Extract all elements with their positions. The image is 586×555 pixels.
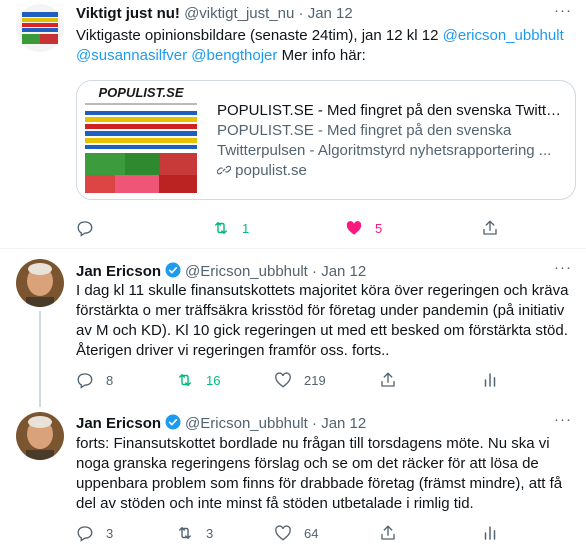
tweet-date[interactable]: Jan 12 bbox=[321, 263, 366, 280]
retweet-count: 3 bbox=[206, 525, 214, 541]
like-button[interactable]: 5 bbox=[345, 219, 382, 237]
avatar[interactable] bbox=[16, 259, 64, 307]
tweet-actions: 8 16 219 bbox=[76, 371, 576, 391]
verified-badge-icon bbox=[165, 262, 181, 278]
handle[interactable]: @Ericson_ubbhult bbox=[185, 415, 308, 432]
analytics-icon bbox=[484, 526, 496, 540]
reply-icon bbox=[77, 221, 93, 237]
tweet-ericson-2[interactable]: Jan Ericson @Ericson_ubbhult · Jan 12 ···… bbox=[0, 404, 586, 555]
link-card[interactable]: POPULIST.SE POPULIST.SE - Med fingret på… bbox=[76, 80, 576, 200]
separator: · bbox=[307, 415, 322, 432]
display-name[interactable]: Jan Ericson bbox=[76, 263, 161, 280]
link-icon bbox=[217, 165, 232, 175]
retweet-button[interactable]: 16 bbox=[176, 371, 220, 389]
more-options-icon[interactable]: ··· bbox=[554, 259, 572, 276]
separator: · bbox=[307, 263, 322, 280]
more-options-icon[interactable]: ··· bbox=[554, 2, 572, 19]
handle[interactable]: @viktigt_just_nu bbox=[184, 5, 294, 22]
verified-badge-icon bbox=[165, 414, 181, 430]
share-button[interactable] bbox=[379, 371, 409, 389]
thread-line bbox=[39, 311, 41, 407]
avatar[interactable] bbox=[16, 4, 64, 52]
like-button[interactable]: 64 bbox=[274, 524, 318, 542]
reply-icon bbox=[77, 526, 93, 542]
reply-button[interactable]: 3 bbox=[76, 524, 113, 542]
retweet-count: 1 bbox=[242, 220, 250, 236]
mention-link[interactable]: @bengthojer bbox=[191, 47, 277, 64]
card-thumbnail-image: POPULIST.SE bbox=[77, 81, 205, 199]
reply-button[interactable]: 8 bbox=[76, 371, 113, 389]
retweet-button[interactable]: 3 bbox=[176, 524, 213, 542]
like-button[interactable]: 219 bbox=[274, 371, 326, 389]
card-body: POPULIST.SE - Med fingret på den svenska… bbox=[205, 81, 575, 199]
display-name[interactable]: Viktigt just nu! bbox=[76, 5, 180, 22]
retweet-count: 16 bbox=[206, 372, 221, 388]
reply-icon bbox=[77, 373, 93, 389]
share-icon bbox=[381, 525, 395, 540]
card-title: POPULIST.SE - Med fingret på den svenska… bbox=[217, 102, 565, 119]
heart-filled-icon bbox=[346, 221, 362, 235]
tweet-text: I dag kl 11 skulle finansutskottets majo… bbox=[76, 282, 569, 359]
tweet-actions: 1 5 bbox=[76, 219, 576, 239]
display-name[interactable]: Jan Ericson bbox=[76, 415, 161, 432]
heart-icon bbox=[275, 372, 291, 388]
like-count: 64 bbox=[304, 525, 319, 541]
reply-button[interactable] bbox=[76, 219, 106, 237]
tweet-ericson-1[interactable]: Jan Ericson @Ericson_ubbhult · Jan 12 ···… bbox=[0, 249, 586, 407]
tweet-header: Viktigt just nu! @viktigt_just_nu · Jan … bbox=[76, 4, 353, 24]
heart-icon bbox=[275, 525, 291, 541]
avatar[interactable] bbox=[16, 412, 64, 460]
person-avatar-icon bbox=[16, 259, 64, 307]
retweet-icon bbox=[215, 222, 227, 234]
person-avatar-icon bbox=[16, 412, 64, 460]
tweet-actions: 3 3 64 bbox=[76, 524, 576, 544]
retweet-icon bbox=[179, 527, 191, 539]
separator: · bbox=[294, 5, 308, 22]
card-description: Twitterpulsen - Algoritmstyrd nyhetsrapp… bbox=[217, 142, 552, 159]
handle[interactable]: @Ericson_ubbhult bbox=[185, 263, 308, 280]
tweet-text: Viktigaste opinionsbildare (senaste 24ti… bbox=[76, 27, 564, 64]
share-icon bbox=[381, 372, 395, 387]
card-logo: POPULIST.SE bbox=[99, 85, 184, 100]
tweet-header: Jan Ericson @Ericson_ubbhult · Jan 12 bbox=[76, 413, 366, 434]
more-options-icon[interactable]: ··· bbox=[554, 411, 572, 428]
analytics-icon bbox=[484, 373, 496, 387]
card-domain: populist.se bbox=[217, 161, 565, 181]
analytics-button[interactable] bbox=[481, 524, 511, 542]
analytics-button[interactable] bbox=[481, 371, 511, 389]
mention-link[interactable]: @susannasilfver bbox=[76, 47, 187, 64]
tweet-date[interactable]: Jan 12 bbox=[321, 415, 366, 432]
card-description: POPULIST.SE - Med fingret på den svenska bbox=[217, 122, 512, 139]
like-count: 5 bbox=[375, 220, 383, 236]
tweet-viktigt[interactable]: Viktigt just nu! @viktigt_just_nu · Jan … bbox=[0, 0, 586, 245]
tweet-date[interactable]: Jan 12 bbox=[308, 5, 353, 22]
share-icon bbox=[483, 220, 497, 235]
reply-count: 8 bbox=[106, 372, 114, 388]
reply-count: 3 bbox=[106, 525, 114, 541]
retweet-icon bbox=[179, 374, 191, 386]
card-thumbnail: POPULIST.SE bbox=[77, 81, 205, 199]
tweet-header: Jan Ericson @Ericson_ubbhult · Jan 12 bbox=[76, 261, 366, 282]
populist-avatar-icon bbox=[16, 4, 64, 52]
tweet-text: forts: Finansutskottet bordlade nu fråga… bbox=[76, 435, 563, 512]
share-button[interactable] bbox=[481, 219, 511, 237]
like-count: 219 bbox=[304, 372, 326, 388]
retweet-button[interactable]: 1 bbox=[212, 219, 249, 237]
mention-link[interactable]: @ericson_ubbhult bbox=[443, 27, 564, 44]
share-button[interactable] bbox=[379, 524, 409, 542]
